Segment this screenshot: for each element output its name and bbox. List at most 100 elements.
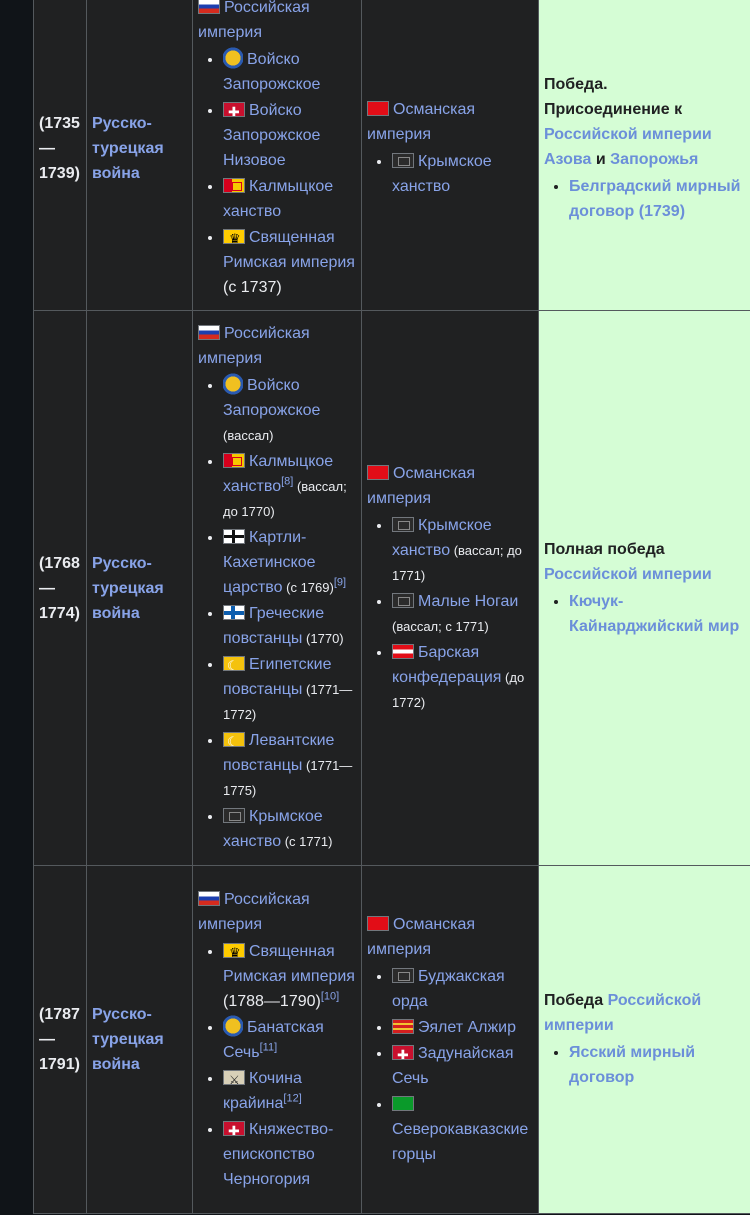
list-item: Эялет Алжир [392,1015,533,1040]
list-item: Войско Запорожское(вассал) [223,373,356,448]
kartli-flag-icon [223,529,245,544]
footnote-link[interactable]: [10] [321,990,339,1002]
hre-flag-icon [223,942,245,958]
ottoman-flag-icon [367,464,389,480]
treaty-link[interactable]: Белградский мирный договор (1739) [569,178,740,220]
ally-link[interactable]: Эялет Алжир [418,1019,516,1036]
list-item: Задунайская Сечь [392,1041,533,1091]
list-item: Крымское ханство (с 1771) [223,804,356,854]
list-item: Барская конфедерация (до 1772) [392,640,533,715]
footnote-link[interactable]: [11] [260,1041,278,1053]
crimea-flag-icon [223,808,245,823]
list-item: Кючук-Кайнарджийский мир [569,589,750,639]
ally-note: (1788—1790) [223,992,321,1010]
result-text: Полная победа [544,540,665,558]
side2-cell: Османская империя Крымское ханство [361,0,539,311]
ally-link[interactable]: Северокавказские горцы [392,1121,528,1163]
nizovoe-flag-icon [223,102,245,117]
war-name: Русско-турецкая война [86,865,193,1214]
zaporozhian-flag-icon [223,47,243,69]
result-text: Присоединение к [544,100,683,118]
zaporozhian-flag-icon [223,373,243,395]
wars-table: (1735—1739) Русско-турецкая война Россий… [33,0,750,1214]
levant-flag-icon [223,732,245,747]
war-name: Русско-турецкая война [86,310,193,866]
war-name: Русско-турецкая война [86,0,193,311]
crimea-flag-icon [392,152,414,168]
footnote-link[interactable]: [9] [334,577,346,589]
caucasus-flag-icon [392,1095,414,1111]
list-item: Войско Запорожское Низовое [223,98,356,173]
kocina-flag-icon [223,1069,245,1085]
bar-confederation-flag-icon [392,643,414,659]
result-text: Победа [544,992,604,1009]
crimea-flag-icon [392,516,414,532]
result-cell: Полная победа Российской империи Кючук-К… [538,310,750,866]
list-item: Княжество-епископство Черногория [223,1117,356,1192]
banat-flag-icon [223,1014,243,1037]
ally-note: (с 1771) [281,834,333,849]
russia-flag-icon [198,0,220,14]
russia-flag-icon [198,325,220,340]
list-item: Греческие повстанцы (1770) [223,601,356,651]
hre-flag-icon [223,229,245,244]
russia-flag-icon [198,890,220,906]
list-item: Калмыцкое ханство[8] (вассал; до 1770) [223,449,356,524]
list-item: Северокавказские горцы [392,1092,533,1167]
treaty-link[interactable]: Ясский мирный договор [569,1044,695,1086]
ally-note: (вассал; с 1771) [392,618,489,634]
side1-cell: Российская империя Войско Запорожское Во… [192,0,362,311]
side1-cell: Российская империя Священная Римская имп… [192,865,362,1214]
result-cell: Победа. Присоединение к Российской импер… [538,0,750,311]
war-link[interactable]: Русско-турецкая война [92,555,164,622]
ally-note: (вассал) [223,428,274,443]
treaty-link[interactable]: Кючук-Кайнарджийский мир [569,593,739,635]
list-item: Калмыцкое ханство [223,174,356,224]
nogai-flag-icon [392,592,414,608]
table-row: (1768—1774) Русско-турецкая война Россий… [33,310,750,866]
budjak-flag-icon [392,967,414,983]
list-item: Крымское ханство [392,149,533,199]
list-item: Буджакская орда [392,964,533,1014]
azov-link[interactable]: Азова [544,151,591,168]
algiers-flag-icon [392,1018,414,1034]
ally-note: (с 1737) [223,279,282,296]
footnote-link[interactable]: [12] [283,1092,301,1104]
side2-cell: Османская империя Буджакская орда Эялет … [361,865,539,1214]
list-item: Кочина крайина[12] [223,1066,356,1116]
list-item: Белградский мирный договор (1739) [569,174,750,224]
ally-note: (с 1769) [282,580,334,595]
footnote-link[interactable]: [8] [281,476,293,488]
greek-flag-icon [223,605,245,620]
ottoman-flag-icon [367,100,389,116]
russian-empire-link[interactable]: Российской империи [544,126,712,143]
list-item: Священная Римская империя (1788—1790)[10… [223,939,356,1014]
war-link[interactable]: Русско-турецкая война [92,1006,164,1073]
war-dates: (1768—1774) [33,310,87,866]
result-text: Победа. [544,75,608,93]
russian-empire-link[interactable]: Российской империи [544,566,712,583]
side2-cell: Османская империя Крымское ханство (васс… [361,310,539,866]
egypt-flag-icon [223,656,245,671]
zaporozhye-link[interactable]: Запорожья [610,151,698,168]
list-item: Левантские повстанцы (1771—1775) [223,728,356,803]
list-item: Священная Римская империя (с 1737) [223,225,356,300]
war-dates: (1735—1739) [33,0,87,311]
ottoman-flag-icon [367,915,389,931]
kalmyk-flag-icon [223,178,245,193]
table-row: (1787—1791) Русско-турецкая война Россий… [33,865,750,1214]
kalmyk-flag-icon [223,453,245,468]
list-item: Крымское ханство (вассал; до 1771) [392,513,533,588]
war-dates: (1787—1791) [33,865,87,1214]
montenegro-flag-icon [223,1120,245,1136]
war-link[interactable]: Русско-турецкая война [92,115,164,182]
ally-note: (1770) [302,631,344,646]
result-cell: Победа Российской империи Ясский мирный … [538,865,750,1214]
list-item: Войско Запорожское [223,47,356,97]
list-item: Банатская Сечь[11] [223,1014,356,1065]
list-item: Египетские повстанцы (1771—1772) [223,652,356,727]
list-item: Ясский мирный договор [569,1040,750,1090]
left-margin [0,0,33,1215]
ally-link[interactable]: Малые Ногаи [418,593,518,610]
zadunai-flag-icon [392,1044,414,1060]
